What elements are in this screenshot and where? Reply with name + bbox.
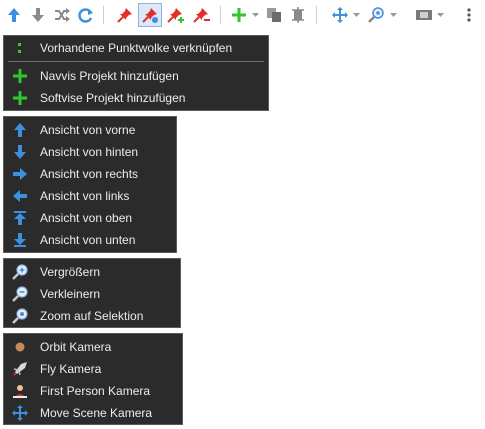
view-up-button[interactable] <box>2 3 26 27</box>
menu-item-view-bottom[interactable]: Ansicht von unten <box>4 229 176 251</box>
menu-item-first-person-camera[interactable]: First Person Kamera <box>4 380 182 402</box>
zoom-out-icon <box>12 286 28 302</box>
zoom-menu: Vergrößern Verkleinern Zoom auf Selektio… <box>3 258 181 328</box>
more-icon <box>467 8 471 22</box>
refresh-icon <box>78 8 93 23</box>
chevron-down-icon <box>436 13 444 17</box>
menu-item-move-scene-camera[interactable]: Move Scene Kamera <box>4 402 182 424</box>
add-dropdown[interactable] <box>251 3 259 27</box>
pin-add-icon <box>167 8 184 23</box>
menu-item-label: Vorhandene Punktwolke verknüpfen <box>40 41 233 55</box>
menu-item-label: Move Scene Kamera <box>40 406 153 420</box>
chevron-down-icon <box>352 13 360 17</box>
menu-divider <box>8 61 264 62</box>
plus-icon <box>12 90 28 106</box>
menu-item-label: Ansicht von oben <box>40 211 133 225</box>
menu-item-fly-camera[interactable]: Fly Kamera <box>4 358 182 380</box>
orbit-icon <box>12 339 28 355</box>
add-button[interactable] <box>227 3 251 27</box>
menu-item-label: Ansicht von rechts <box>40 167 139 181</box>
toolbar-separator <box>220 6 221 24</box>
menu-item-view-front[interactable]: Ansicht von vorne <box>4 119 176 141</box>
pin-remove-button[interactable] <box>190 3 214 27</box>
shuffle-icon <box>55 8 70 22</box>
zoom-selection-icon <box>12 308 28 324</box>
arrow-right-icon <box>12 166 28 182</box>
arrow-down-icon <box>32 8 44 22</box>
menu-item-add-softvise[interactable]: Softvise Projekt hinzufügen <box>4 87 268 109</box>
arrow-up-icon <box>8 8 20 22</box>
copy-icon <box>267 8 281 22</box>
menu-item-view-top[interactable]: Ansicht von oben <box>4 207 176 229</box>
project-menu: Vorhandene Punktwolke verknüpfen Navvis … <box>3 35 269 111</box>
camera-button[interactable] <box>412 3 436 27</box>
move-icon <box>12 405 28 421</box>
point-cloud-icon <box>292 7 304 23</box>
plus-icon <box>12 68 28 84</box>
arrow-up-top-icon <box>12 210 28 226</box>
camera-icon <box>416 10 432 20</box>
pin-active-icon <box>142 8 158 23</box>
pin-button[interactable] <box>113 3 137 27</box>
menu-item-label: Ansicht von unten <box>40 233 136 247</box>
zoom-icon <box>368 7 384 23</box>
menu-item-view-back[interactable]: Ansicht von hinten <box>4 141 176 163</box>
zoom-button[interactable] <box>364 3 388 27</box>
menu-item-orbit-camera[interactable]: Orbit Kamera <box>4 336 182 358</box>
pin-icon <box>117 8 132 23</box>
point-cloud-button[interactable] <box>286 3 310 27</box>
shuffle-button[interactable] <box>50 3 74 27</box>
zoom-in-icon <box>12 264 28 280</box>
toolbar-separator <box>103 6 104 24</box>
menu-item-label: Vergrößern <box>40 265 101 279</box>
person-icon <box>12 383 28 399</box>
menu-item-link-point-cloud[interactable]: Vorhandene Punktwolke verknüpfen <box>4 37 268 59</box>
move-scene-icon <box>332 7 348 23</box>
menu-item-label: Ansicht von links <box>40 189 130 203</box>
camera-menu: Orbit Kamera Fly Kamera First Person Kam… <box>3 333 183 425</box>
fly-icon <box>12 361 28 377</box>
chevron-down-icon <box>251 13 259 17</box>
copy-button[interactable] <box>262 3 286 27</box>
menu-item-label: Verkleinern <box>40 287 101 301</box>
menu-item-zoom-selection[interactable]: Zoom auf Selektion <box>4 305 180 327</box>
menu-item-label: Ansicht von vorne <box>40 123 136 137</box>
menu-item-label: Navvis Projekt hinzufügen <box>40 69 179 83</box>
views-menu: Ansicht von vorne Ansicht von hinten Ans… <box>3 116 177 253</box>
view-down-button[interactable] <box>26 3 50 27</box>
refresh-button[interactable] <box>74 3 98 27</box>
move-scene-button[interactable] <box>328 3 352 27</box>
pin-active-button[interactable] <box>138 3 162 27</box>
arrow-left-icon <box>12 188 28 204</box>
menu-item-label: Zoom auf Selektion <box>40 309 144 323</box>
pin-add-button[interactable] <box>164 3 188 27</box>
move-dropdown[interactable] <box>352 3 360 27</box>
pin-remove-icon <box>193 8 210 23</box>
camera-dropdown[interactable] <box>436 3 444 27</box>
menu-item-zoom-in[interactable]: Vergrößern <box>4 261 180 283</box>
chevron-down-icon <box>389 13 397 17</box>
menu-item-label: Softvise Projekt hinzufügen <box>40 91 186 105</box>
menu-item-add-navvis[interactable]: Navvis Projekt hinzufügen <box>4 65 268 87</box>
arrow-down-icon <box>12 144 28 160</box>
arrow-up-icon <box>12 122 28 138</box>
menu-item-view-left[interactable]: Ansicht von links <box>4 185 176 207</box>
link-point-cloud-icon <box>12 40 28 56</box>
menu-item-view-right[interactable]: Ansicht von rechts <box>4 163 176 185</box>
menu-item-zoom-out[interactable]: Verkleinern <box>4 283 180 305</box>
toolbar-separator <box>316 6 317 24</box>
menu-item-label: First Person Kamera <box>40 384 151 398</box>
menu-item-label: Ansicht von hinten <box>40 145 139 159</box>
menu-item-label: Orbit Kamera <box>40 340 112 354</box>
toolbar <box>0 2 485 28</box>
add-icon <box>232 8 246 22</box>
menu-item-label: Fly Kamera <box>40 362 102 376</box>
zoom-dropdown[interactable] <box>389 3 397 27</box>
arrow-down-bottom-icon <box>12 232 28 248</box>
more-button[interactable] <box>457 3 481 27</box>
